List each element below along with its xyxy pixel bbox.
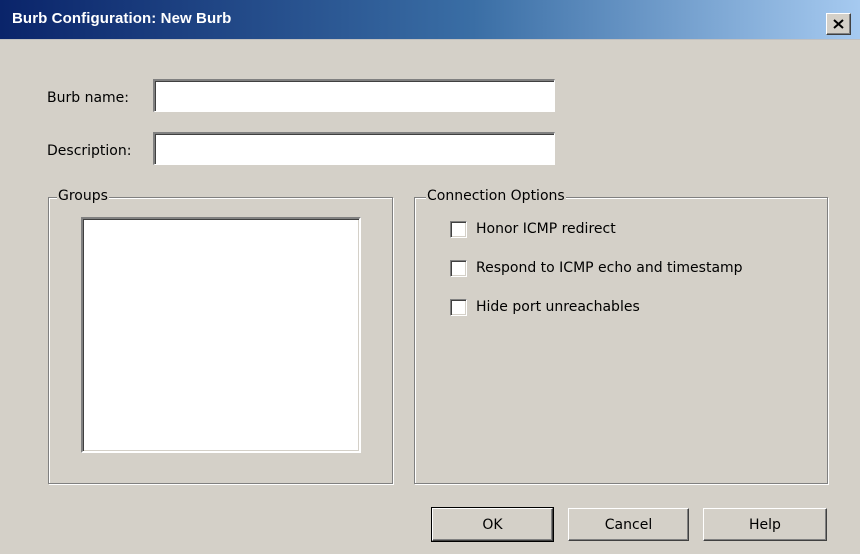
respond-icmp-echo-checkbox-row[interactable]: Respond to ICMP echo and timestamp xyxy=(450,258,743,278)
help-button[interactable]: Help xyxy=(703,508,827,541)
title-bar[interactable]: Burb Configuration: New Burb xyxy=(0,0,860,40)
respond-icmp-echo-checkbox[interactable] xyxy=(450,259,467,277)
hide-port-unreachables-label: Hide port unreachables xyxy=(476,299,640,315)
connection-options-label: Connection Options xyxy=(426,188,566,204)
close-button[interactable] xyxy=(826,13,851,35)
groups-label: Groups xyxy=(57,188,109,204)
honor-icmp-redirect-checkbox-row[interactable]: Honor ICMP redirect xyxy=(450,219,616,239)
ok-button[interactable]: OK xyxy=(431,507,554,542)
close-icon xyxy=(833,19,844,29)
description-label: Description: xyxy=(47,143,132,159)
honor-icmp-redirect-label: Honor ICMP redirect xyxy=(476,221,616,237)
description-input[interactable] xyxy=(153,132,555,165)
window-title: Burb Configuration: New Burb xyxy=(12,10,232,27)
hide-port-unreachables-checkbox[interactable] xyxy=(450,298,467,316)
honor-icmp-redirect-checkbox[interactable] xyxy=(450,220,467,238)
dialog-window: Burb Configuration: New Burb Burb name: … xyxy=(0,0,860,554)
connection-options-groupbox xyxy=(414,197,828,484)
respond-icmp-echo-label: Respond to ICMP echo and timestamp xyxy=(476,260,743,276)
groups-listbox[interactable] xyxy=(81,217,361,453)
burb-name-input[interactable] xyxy=(153,79,555,112)
hide-port-unreachables-checkbox-row[interactable]: Hide port unreachables xyxy=(450,297,640,317)
burb-name-label: Burb name: xyxy=(47,90,129,106)
cancel-button[interactable]: Cancel xyxy=(568,508,689,541)
